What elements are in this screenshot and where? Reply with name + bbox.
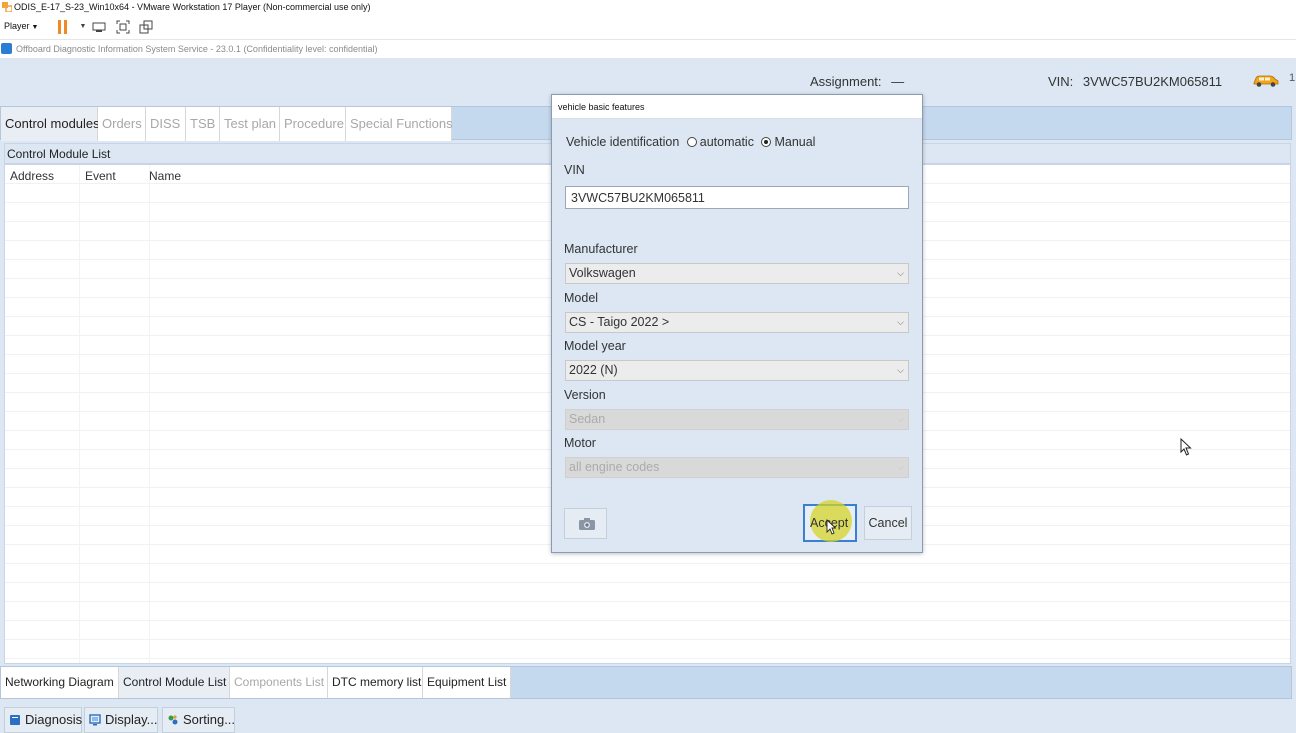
vehicle-identification-label: Vehicle identification — [566, 135, 680, 149]
chevron-down-icon: ⌵ — [897, 317, 904, 327]
motor-select: all engine codes ⌵ — [565, 457, 909, 478]
model-label: Model — [564, 291, 599, 305]
player-menu-label: Player — [4, 21, 30, 31]
bottom-toolbar: Diagnosis Display... Sorting... — [0, 702, 1296, 733]
version-label: Version — [564, 388, 606, 402]
radio-manual-label[interactable]: Manual — [774, 135, 815, 149]
sorting-button[interactable]: Sorting... — [162, 707, 235, 733]
model-year-label: Model year — [564, 339, 626, 353]
tab-control-module-list[interactable]: Control Module List — [119, 667, 230, 698]
send-ctrl-alt-del-icon[interactable] — [92, 20, 106, 34]
sort-icon — [168, 715, 178, 725]
assignment-info: Assignment: — — [810, 74, 904, 89]
chevron-down-icon: ⌵ — [897, 462, 904, 472]
model-year-select[interactable]: 2022 (N) ⌵ — [565, 360, 909, 381]
column-header-address[interactable]: Address — [10, 169, 54, 183]
player-menu[interactable]: Player ▼ — [4, 21, 38, 31]
bottom-tab-bar: Networking Diagram Control Module List C… — [0, 666, 1292, 699]
vin-label: VIN — [564, 163, 585, 177]
page-indicator: 1 — [1289, 72, 1296, 84]
assignment-label: Assignment: — [810, 74, 882, 89]
manufacturer-value: Volkswagen — [569, 266, 636, 280]
display-button[interactable]: Display... — [84, 707, 158, 733]
pause-icon[interactable] — [58, 20, 68, 34]
car-icon[interactable] — [1252, 72, 1280, 88]
model-value: CS - Taigo 2022 > — [569, 315, 670, 329]
vehicle-basic-features-dialog: vehicle basic features Vehicle identific… — [551, 94, 923, 553]
unity-icon[interactable] — [139, 20, 153, 34]
model-select[interactable]: CS - Taigo 2022 > ⌵ — [565, 312, 909, 333]
tab-tsb[interactable]: TSB — [186, 107, 220, 141]
tab-equipment-list[interactable]: Equipment List — [423, 667, 511, 698]
dialog-title: vehicle basic features — [552, 95, 922, 119]
header-vin: VIN: 3VWC57BU2KM065811 — [1048, 74, 1222, 89]
assignment-value: — — [891, 74, 905, 89]
tab-control-modules[interactable]: Control modules — [1, 107, 100, 141]
manufacturer-select[interactable]: Volkswagen ⌵ — [565, 263, 909, 284]
tab-test-plan[interactable]: Test plan — [220, 107, 280, 141]
chevron-down-icon[interactable]: ▼ — [76, 20, 90, 34]
vehicle-identification-row: Vehicle identification automatic Manual — [566, 135, 815, 149]
fullscreen-icon[interactable] — [116, 20, 130, 34]
column-header-event[interactable]: Event — [85, 169, 116, 183]
odis-title-text: Offboard Diagnostic Information System S… — [16, 44, 378, 54]
vm-toolbar: Player ▼ ▼ — [0, 14, 1296, 40]
chevron-down-icon: ▼ — [31, 24, 39, 31]
camera-icon — [579, 518, 595, 530]
display-icon — [89, 714, 101, 726]
manufacturer-label: Manufacturer — [564, 242, 638, 256]
display-label: Display... — [105, 712, 158, 727]
version-select: Sedan ⌵ — [565, 409, 909, 430]
version-value: Sedan — [569, 412, 606, 426]
book-icon — [10, 715, 20, 725]
mouse-pointer-icon — [1180, 438, 1192, 456]
diagnosis-button[interactable]: Diagnosis — [4, 707, 82, 733]
vm-window-title-text: ODIS_E-17_S-23_Win10x64 - VMware Worksta… — [14, 2, 371, 12]
column-header-name[interactable]: Name — [149, 169, 181, 183]
tab-diss[interactable]: DISS — [146, 107, 186, 141]
column-divider — [149, 165, 150, 663]
tab-dtc-memory-list[interactable]: DTC memory list — [328, 667, 423, 698]
chevron-down-icon: ⌵ — [897, 414, 904, 424]
radio-manual[interactable] — [761, 137, 772, 147]
diagnosis-label: Diagnosis — [25, 712, 83, 727]
cancel-button[interactable]: Cancel — [864, 506, 912, 540]
column-divider — [79, 165, 80, 663]
odis-app-icon — [1, 43, 12, 54]
header-vin-label: VIN: — [1048, 74, 1074, 89]
vm-window-title: ODIS_E-17_S-23_Win10x64 - VMware Worksta… — [0, 0, 1296, 14]
sorting-label: Sorting... — [183, 712, 236, 727]
vmware-logo-icon — [2, 2, 12, 12]
header-vin-value: 3VWC57BU2KM065811 — [1082, 74, 1223, 89]
tab-orders[interactable]: Orders — [98, 107, 146, 141]
chevron-down-icon: ⌵ — [897, 268, 904, 278]
mouse-cursor-icon — [826, 519, 836, 535]
model-year-value: 2022 (N) — [569, 363, 618, 377]
camera-button[interactable] — [564, 508, 607, 539]
vin-input[interactable] — [565, 186, 909, 209]
tab-networking-diagram[interactable]: Networking Diagram — [1, 667, 119, 698]
radio-automatic[interactable] — [686, 137, 697, 147]
chevron-down-icon: ⌵ — [897, 365, 904, 375]
motor-label: Motor — [564, 436, 596, 450]
tab-special-functions[interactable]: Special Functions — [346, 107, 453, 141]
tab-procedure[interactable]: Procedure — [280, 107, 346, 141]
tab-components-list[interactable]: Components List — [230, 667, 328, 698]
odis-window-title: Offboard Diagnostic Information System S… — [0, 40, 1296, 58]
motor-value: all engine codes — [569, 460, 660, 474]
radio-automatic-label[interactable]: automatic — [700, 135, 754, 149]
